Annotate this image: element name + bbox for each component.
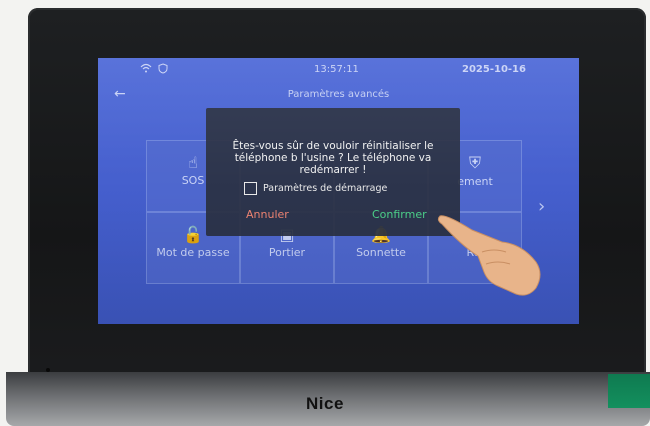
reset-confirm-dialog: Êtes-vous sûr de vouloir réinitialiser l…	[206, 108, 460, 236]
tile-label: Mot de passe	[156, 246, 230, 259]
tile-label: Portier	[268, 246, 306, 259]
confirm-button[interactable]: Confirmer	[372, 208, 427, 221]
tile-label: Sonnette	[356, 246, 406, 259]
checkbox-label: Paramètres de démarrage	[263, 183, 388, 194]
status-bar: 13:57:11 2025-10-16	[98, 58, 579, 80]
checkbox-box[interactable]	[244, 182, 257, 195]
startup-settings-checkbox[interactable]: Paramètres de démarrage	[244, 182, 387, 195]
pointing-hand-icon	[437, 215, 541, 296]
clock-date: 2025-10-16	[462, 64, 526, 75]
microphone-hole	[46, 368, 50, 372]
cancel-button[interactable]: Annuler	[246, 208, 289, 221]
clock-time: 13:57:11	[314, 64, 359, 75]
brand-logo: Nice	[306, 394, 344, 413]
page-title: Paramètres avancés	[287, 89, 390, 100]
dialog-message: Êtes-vous sûr de vouloir réinitialiser l…	[232, 140, 434, 176]
wifi-icon	[140, 63, 152, 76]
shield-icon	[158, 63, 168, 77]
